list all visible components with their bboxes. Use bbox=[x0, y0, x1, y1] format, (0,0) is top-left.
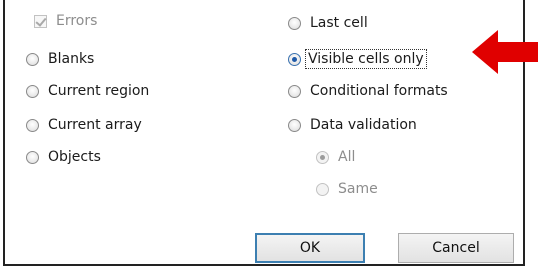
errors-checkbox bbox=[34, 14, 47, 28]
blanks-label: Blanks bbox=[48, 51, 95, 67]
red-arrow-shape bbox=[472, 30, 538, 74]
last-cell-label: Last cell bbox=[310, 15, 368, 31]
errors-checkbox-option: Errors bbox=[34, 10, 97, 32]
current-array-radio[interactable] bbox=[26, 118, 39, 132]
validation-same-option: Same bbox=[316, 178, 378, 200]
validation-same-radio bbox=[316, 182, 329, 196]
blanks-option[interactable]: Blanks bbox=[26, 48, 94, 70]
objects-option[interactable]: Objects bbox=[26, 146, 101, 168]
last-cell-option[interactable]: Last cell bbox=[288, 12, 368, 34]
validation-same-label: Same bbox=[338, 181, 378, 197]
conditional-formats-option[interactable]: Conditional formats bbox=[288, 80, 448, 102]
last-cell-radio[interactable] bbox=[288, 16, 301, 30]
visible-cells-only-label: Visible cells only bbox=[305, 49, 427, 69]
blanks-radio[interactable] bbox=[26, 52, 39, 66]
objects-label: Objects bbox=[48, 149, 101, 165]
data-validation-label: Data validation bbox=[310, 117, 417, 133]
visible-cells-only-radio[interactable] bbox=[288, 52, 301, 66]
data-validation-option[interactable]: Data validation bbox=[288, 114, 417, 136]
conditional-formats-label: Conditional formats bbox=[310, 83, 448, 99]
cancel-button[interactable]: Cancel bbox=[398, 233, 514, 263]
visible-cells-only-option[interactable]: Visible cells only bbox=[288, 48, 427, 70]
errors-label: Errors bbox=[56, 13, 98, 29]
current-array-option[interactable]: Current array bbox=[26, 114, 142, 136]
data-validation-radio[interactable] bbox=[288, 118, 301, 132]
validation-all-radio bbox=[316, 150, 329, 164]
current-region-radio[interactable] bbox=[26, 84, 39, 98]
validation-all-option: All bbox=[316, 146, 355, 168]
conditional-formats-radio[interactable] bbox=[288, 84, 301, 98]
current-region-label: Current region bbox=[48, 83, 150, 99]
objects-radio[interactable] bbox=[26, 150, 39, 164]
validation-all-label: All bbox=[338, 149, 356, 165]
red-arrow-icon bbox=[472, 30, 538, 74]
ok-button[interactable]: OK bbox=[255, 233, 365, 263]
current-array-label: Current array bbox=[48, 117, 142, 133]
current-region-option[interactable]: Current region bbox=[26, 80, 149, 102]
